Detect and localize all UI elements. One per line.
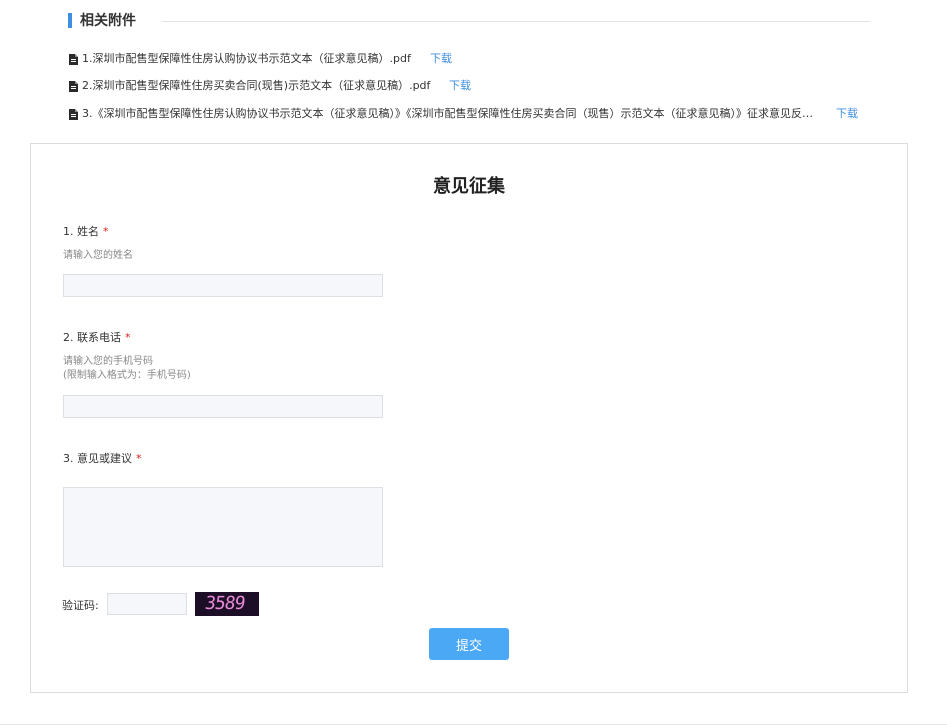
question-phone-label: 2. 联系电话 * bbox=[63, 329, 131, 345]
attachment-item: 3.《深圳市配售型保障性住房认购协议书示范文本（征求意见稿）》《深圳市配售型保障… bbox=[69, 105, 869, 123]
question-suggestion-label: 3. 意见或建议 * bbox=[63, 450, 142, 466]
question-name-label: 1. 姓名 * bbox=[63, 223, 109, 239]
captcha-label: 验证码: bbox=[62, 599, 99, 612]
captcha-code: 3589 bbox=[203, 593, 246, 614]
file-icon bbox=[69, 54, 78, 65]
required-mark: * bbox=[125, 331, 131, 344]
required-mark: * bbox=[136, 452, 142, 465]
file-icon bbox=[69, 109, 78, 120]
captcha-image[interactable]: 3589 bbox=[195, 592, 259, 616]
name-input[interactable] bbox=[63, 274, 383, 297]
download-link[interactable]: 下载 bbox=[449, 77, 471, 95]
attachment-name: 3.《深圳市配售型保障性住房认购协议书示范文本（征求意见稿）》《深圳市配售型保障… bbox=[82, 107, 815, 120]
captcha-input[interactable] bbox=[107, 593, 187, 615]
question-label-text: 1. 姓名 bbox=[63, 225, 99, 238]
download-link[interactable]: 下载 bbox=[430, 50, 452, 68]
suggestion-textarea[interactable] bbox=[63, 487, 383, 567]
question-phone-format-hint: (限制输入格式为：手机号码) bbox=[63, 370, 191, 381]
submit-button[interactable]: 提交 bbox=[429, 628, 509, 660]
attachments-title: 相关附件 bbox=[80, 13, 136, 29]
attachment-name: 1.深圳市配售型保障性住房认购协议书示范文本（征求意见稿）.pdf bbox=[82, 52, 411, 65]
question-label-text: 2. 联系电话 bbox=[63, 331, 121, 344]
section-accent-bar bbox=[68, 13, 72, 28]
attachments-section-header: 相关附件 bbox=[68, 12, 870, 32]
file-icon bbox=[69, 81, 78, 92]
phone-input[interactable] bbox=[63, 395, 383, 418]
section-divider bbox=[162, 21, 870, 22]
form-title: 意见征集 bbox=[433, 176, 505, 197]
feedback-form: 意见征集 1. 姓名 * 请输入您的姓名 2. 联系电话 * 请输入您的手机号码 (… bbox=[30, 143, 908, 693]
question-phone-hint: 请输入您的手机号码 bbox=[63, 356, 153, 367]
attachment-name: 2.深圳市配售型保障性住房买卖合同(现售)示范文本（征求意见稿）.pdf bbox=[82, 79, 431, 92]
download-link[interactable]: 下载 bbox=[836, 105, 858, 123]
page-bottom-divider bbox=[0, 724, 947, 725]
question-name-hint: 请输入您的姓名 bbox=[63, 250, 133, 261]
question-label-text: 3. 意见或建议 bbox=[63, 452, 132, 465]
required-mark: * bbox=[103, 225, 109, 238]
